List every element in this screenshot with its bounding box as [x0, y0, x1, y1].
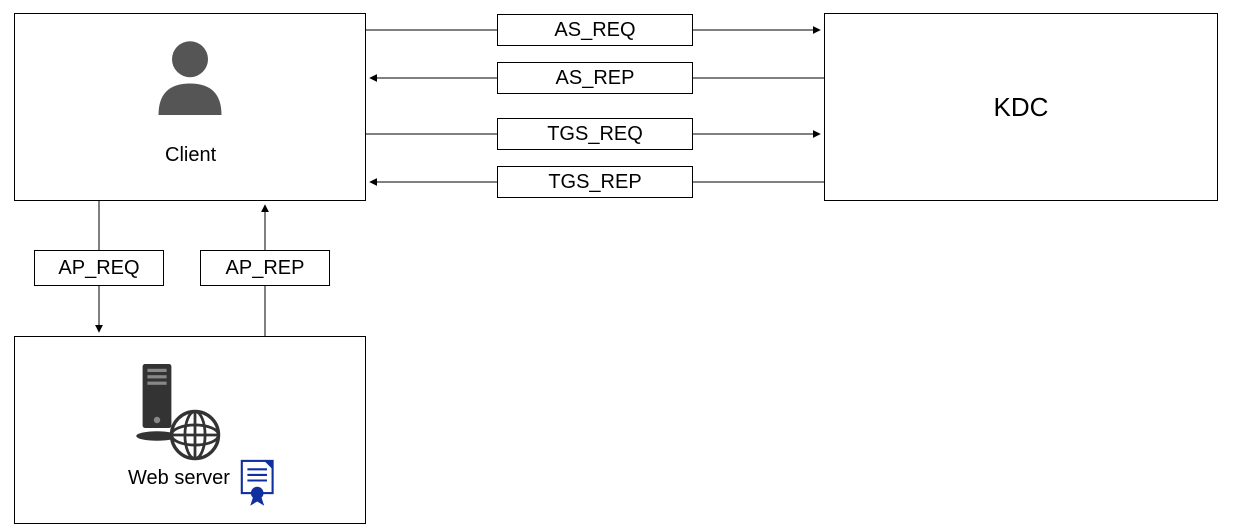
client-node: Client [14, 13, 366, 201]
person-icon [145, 29, 235, 129]
tgs-req-box: TGS_REQ [497, 118, 693, 150]
as-req-label: AS_REQ [554, 19, 635, 42]
as-req-box: AS_REQ [497, 14, 693, 46]
webserver-label: Web server [128, 467, 230, 490]
as-rep-box: AS_REP [497, 62, 693, 94]
globe-icon [167, 407, 223, 463]
ap-rep-label: AP_REP [226, 257, 305, 280]
as-rep-label: AS_REP [556, 67, 635, 90]
tgs-req-label: TGS_REQ [547, 123, 643, 146]
ap-req-box: AP_REQ [34, 250, 164, 286]
diagram-stage: Client KDC Web server [0, 0, 1237, 530]
kdc-label: KDC [994, 92, 1049, 123]
client-label: Client [165, 144, 216, 167]
ap-rep-box: AP_REP [200, 250, 330, 286]
tgs-rep-label: TGS_REP [548, 171, 641, 194]
webserver-node: Web server [14, 336, 366, 524]
ap-req-label: AP_REQ [58, 257, 139, 280]
tgs-rep-box: TGS_REP [497, 166, 693, 198]
kdc-node: KDC [824, 13, 1218, 201]
certificate-icon [239, 459, 281, 509]
